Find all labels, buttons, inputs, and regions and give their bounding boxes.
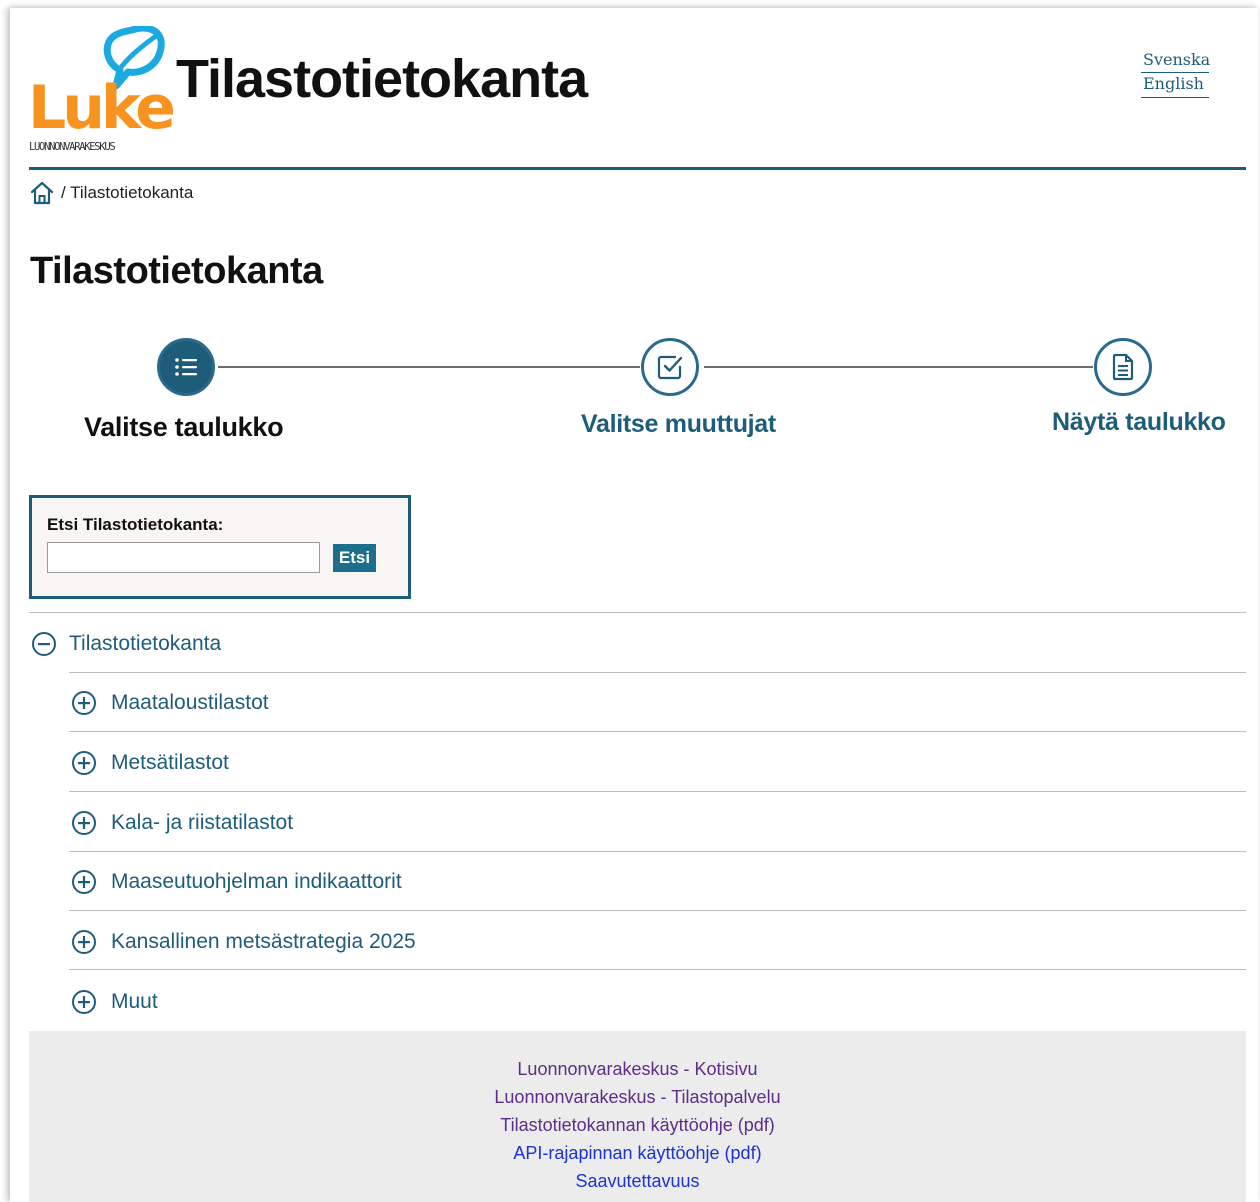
tree-divider: [69, 731, 1246, 732]
footer-link-api-ohje[interactable]: API-rajapinnan käyttöohje (pdf): [29, 1143, 1246, 1164]
footer-link-tilastopalvelu[interactable]: Luonnonvarakeskus - Tilastopalvelu: [29, 1087, 1246, 1108]
footer: Luonnonvarakeskus - Kotisivu Luonnonvara…: [29, 1031, 1246, 1202]
step-1-circle[interactable]: [157, 338, 215, 396]
home-icon[interactable]: [29, 180, 55, 206]
search-label: Etsi Tilastotietokanta:: [47, 515, 224, 534]
language-link-english[interactable]: English: [1143, 74, 1204, 93]
tree-item-label[interactable]: Muut: [111, 990, 158, 1014]
tree-divider: [29, 612, 1246, 613]
tree-item-label[interactable]: Kansallinen metsästrategia 2025: [111, 930, 416, 954]
expand-plus-icon[interactable]: [71, 750, 97, 776]
luke-logo[interactable]: Luke LUONNONVARAKESKUS: [28, 26, 176, 158]
collapse-minus-icon[interactable]: [31, 631, 57, 657]
step-3-circle[interactable]: [1094, 338, 1152, 396]
document-icon: [1112, 353, 1134, 381]
tree-divider: [69, 851, 1246, 852]
header-divider: [29, 167, 1246, 170]
tree-divider: [69, 791, 1246, 792]
tree-item-maaseutuohjelman-indikaattorit[interactable]: Maaseutuohjelman indikaattorit: [71, 867, 402, 897]
breadcrumb-current: / Tilastotietokanta: [61, 183, 194, 202]
tree-divider: [69, 910, 1246, 911]
tree-item-label[interactable]: Maataloustilastot: [111, 691, 269, 715]
tree-item-label[interactable]: Kala- ja riistatilastot: [111, 811, 293, 835]
page-frame: [10, 8, 1258, 1202]
logo-subtitle: LUONNONVARAKESKUS: [29, 141, 116, 153]
language-link-svenska[interactable]: Svenska: [1143, 50, 1210, 69]
footer-link-kayttoohje[interactable]: Tilastotietokannan käyttöohje (pdf): [29, 1115, 1246, 1136]
stepper-connector: [218, 366, 640, 368]
list-icon: [175, 358, 197, 376]
step-1-label: Valitse taulukko: [84, 412, 284, 442]
checkbox-icon: [657, 355, 683, 380]
expand-plus-icon[interactable]: [71, 989, 97, 1015]
footer-link-saavutettavuus[interactable]: Saavutettavuus: [29, 1171, 1246, 1192]
tree-item-label[interactable]: Maaseutuohjelman indikaattorit: [111, 870, 402, 894]
footer-link-kotisivu[interactable]: Luonnonvarakeskus - Kotisivu: [29, 1059, 1246, 1080]
search-input[interactable]: [47, 542, 320, 573]
expand-plus-icon[interactable]: [71, 810, 97, 836]
breadcrumb: / Tilastotietokanta: [29, 180, 193, 206]
tree-item-label[interactable]: Metsätilastot: [111, 751, 229, 775]
search-panel: Etsi Tilastotietokanta: Etsi: [29, 495, 411, 599]
step-2-circle[interactable]: [641, 338, 699, 396]
tree-root-label[interactable]: Tilastotietokanta: [69, 632, 221, 656]
tree-divider: [69, 969, 1246, 970]
tree-item-kala-ja-riistatilastot[interactable]: Kala- ja riistatilastot: [71, 808, 293, 838]
step-3-link[interactable]: Näytä taulukko: [1052, 408, 1226, 437]
expand-plus-icon[interactable]: [71, 869, 97, 895]
search-button[interactable]: Etsi: [333, 544, 376, 572]
step-2-link[interactable]: Valitse muuttujat: [581, 410, 776, 439]
page-title: Tilastotietokanta: [30, 250, 323, 292]
language-underline: [1141, 97, 1209, 98]
site-title: Tilastotietokanta: [176, 49, 588, 109]
tree-item-metsatilastot[interactable]: Metsätilastot: [71, 748, 229, 778]
tree-root-item[interactable]: Tilastotietokanta: [31, 629, 221, 659]
expand-plus-icon[interactable]: [71, 690, 97, 716]
logo-wordmark: Luke: [28, 73, 176, 143]
tree-divider: [69, 672, 1246, 673]
language-divider: [1141, 72, 1209, 73]
stepper-connector: [704, 366, 1093, 368]
tree-item-muut[interactable]: Muut: [71, 987, 158, 1017]
tree-item-maataloustilastot[interactable]: Maataloustilastot: [71, 688, 269, 718]
tree-item-kansallinen-metsastrategia[interactable]: Kansallinen metsästrategia 2025: [71, 927, 416, 957]
expand-plus-icon[interactable]: [71, 929, 97, 955]
